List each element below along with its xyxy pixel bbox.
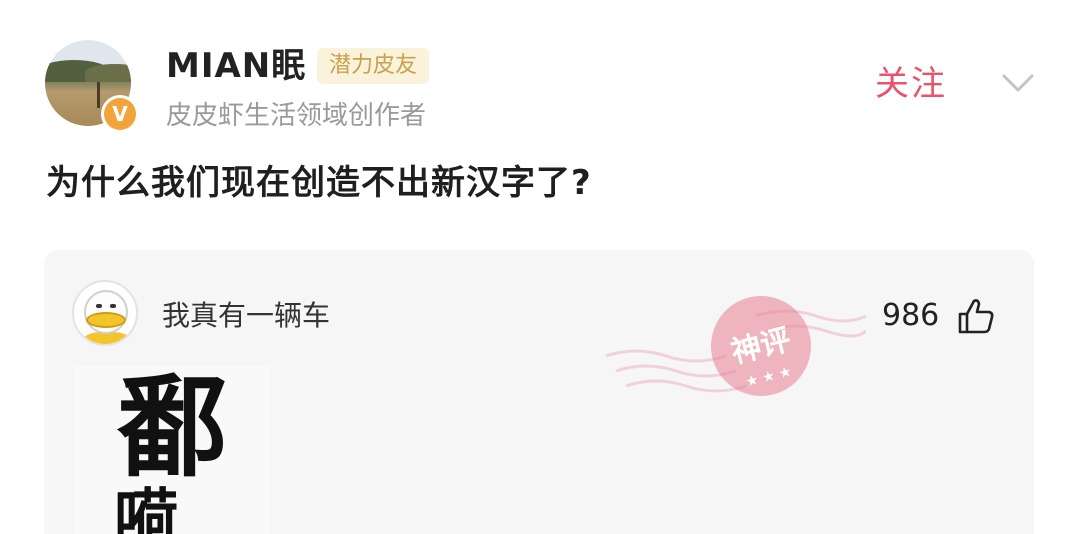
like-count: 986	[882, 298, 940, 333]
verified-icon: V	[101, 95, 139, 133]
chevron-down-icon[interactable]	[1000, 68, 1036, 98]
creator-badge: 潜力皮友	[317, 48, 430, 84]
thumbs-up-icon[interactable]	[956, 296, 996, 336]
author-name[interactable]: MIAN眠	[166, 44, 306, 88]
commenter-avatar[interactable]	[72, 280, 138, 346]
top-comment-stamp: 神评 ★ ★ ★	[605, 296, 866, 396]
comment-image[interactable]: 鄱 嗬	[74, 366, 270, 534]
follow-button[interactable]: 关注	[875, 62, 947, 106]
post-page: V MIAN眠 潜力皮友 皮皮虾生活领域创作者 关注 为什么我们现在创造不出新汉…	[0, 0, 1079, 534]
svg-text:嗬: 嗬	[114, 482, 178, 534]
svg-text:鄱: 鄱	[116, 366, 227, 492]
question-title[interactable]: 为什么我们现在创造不出新汉字了?	[46, 160, 592, 206]
author-description: 皮皮虾生活领域创作者	[166, 101, 427, 131]
commenter-name[interactable]: 我真有一辆车	[162, 296, 330, 336]
